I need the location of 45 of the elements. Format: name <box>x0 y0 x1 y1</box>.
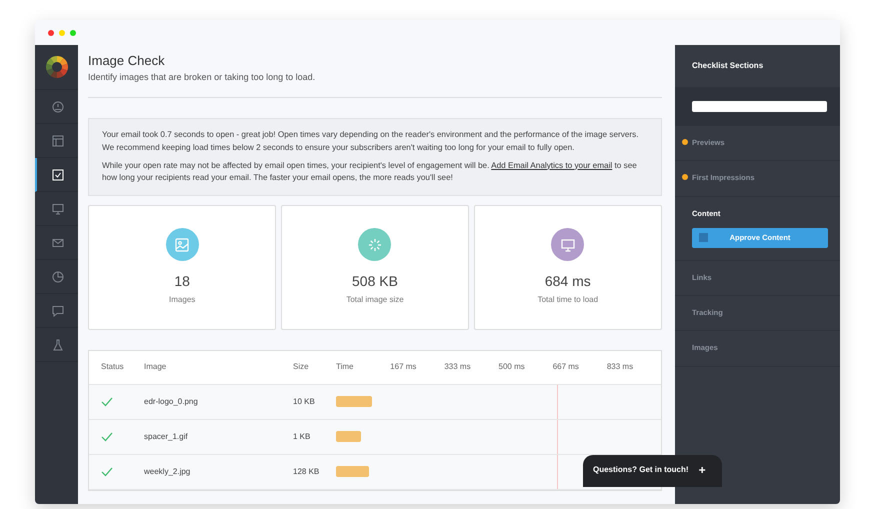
plus-icon: + <box>698 461 706 479</box>
tick-label: 500 ms <box>498 361 526 374</box>
table-cell: weekly_2.jpg <box>144 466 190 476</box>
checkbox-icon[interactable] <box>52 168 64 180</box>
tick-label: 333 ms <box>444 361 472 374</box>
table-cell: 10 KB <box>293 396 315 406</box>
page-subtitle: Identify images that are broken or taking too long to load. <box>88 70 316 84</box>
table-cell: 128 KB <box>293 466 320 476</box>
tick-label: 667 ms <box>552 361 580 374</box>
checkbox[interactable] <box>699 232 708 242</box>
monitor-icon[interactable] <box>52 202 64 214</box>
chat-icon[interactable] <box>52 304 64 316</box>
tick-label: 833 ms <box>606 361 634 374</box>
stat-label: Images <box>169 294 196 306</box>
flask-icon[interactable] <box>52 338 64 350</box>
gauge-icon[interactable] <box>52 100 64 112</box>
monitor-icon <box>560 236 576 253</box>
image-icon <box>174 236 190 253</box>
analytics-link[interactable]: Add Email Analytics to your email <box>491 160 612 170</box>
stat-label: Total image size <box>346 294 404 306</box>
close-dot[interactable] <box>48 30 54 36</box>
table-cell: edr-logo_0.png <box>144 396 198 406</box>
pie-chart-icon[interactable] <box>52 270 64 282</box>
spinner-icon <box>366 236 383 253</box>
stat-label: Total time to load <box>538 294 598 306</box>
stat-value: 18 <box>174 272 190 292</box>
column-header: Size <box>293 362 309 372</box>
table-cell: spacer_1.gif <box>144 432 188 441</box>
notice-paragraph: While your open rate may not be affected by email open times, your recipient's level of engagement will be. Add Email Analytics to your email to see how long your recipients read your email. The faster your email opens, the more reads you'll see! <box>102 160 638 184</box>
table-cell: 1 KB <box>293 432 310 441</box>
column-header: Time <box>336 361 354 374</box>
maximize-dot[interactable] <box>70 30 76 36</box>
contact-button[interactable]: Questions? Get in touch! + <box>583 455 722 487</box>
column-header: Image <box>144 362 166 372</box>
stat-value: 684 ms <box>544 272 591 292</box>
stat-value: 508 KB <box>352 272 398 292</box>
minimize-dot[interactable] <box>59 30 65 36</box>
notice-paragraph: Your email took 0.7 seconds to open - great job! Open times vary depending on the reader's environment and the performance of the image servers. We recommend keeping load times below 2 seconds to ensure your subscribers aren't waiting too long for your email to fully open. <box>102 129 640 154</box>
tick-label: 167 ms <box>390 361 418 374</box>
page-title: Image Check <box>88 53 166 69</box>
column-header: Status <box>101 362 124 372</box>
mail-icon[interactable] <box>52 236 64 248</box>
search-field[interactable] <box>692 101 827 112</box>
logo-icon[interactable] <box>46 56 68 78</box>
layout-icon[interactable] <box>52 134 64 146</box>
